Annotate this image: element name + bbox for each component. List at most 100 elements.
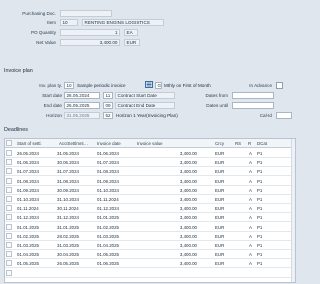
crcy-cell: EUR xyxy=(215,252,225,258)
in-advance-checkbox[interactable] xyxy=(276,82,283,89)
table-row[interactable]: 01.07.2024 31.07.2024 01.08.2024 3,400.00 EU… xyxy=(5,167,295,177)
invoice-date-cell: 01.01.2025 xyxy=(97,215,119,221)
select-all-cell[interactable] xyxy=(6,140,12,146)
table-row[interactable]: 01.02.2025 28.02.2025 01.03.2025 3,400.00 EU… xyxy=(5,232,295,241)
acct-settlmnt-cell: 31.05.2024 xyxy=(57,151,79,156)
horizon-code-field[interactable]: 52 xyxy=(103,112,113,119)
invoice-date-cell: 01.04.2025 xyxy=(97,243,119,248)
row-selector[interactable] xyxy=(6,159,12,166)
invoice-date-cell: 01.10.2024 xyxy=(97,187,119,193)
r-cell: A xyxy=(249,224,252,230)
table-row[interactable]: 01.03.2025 31.03.2025 01.04.2025 3,400.00 EU… xyxy=(5,241,295,250)
invoice-value-cell: 3,400.00 xyxy=(179,252,197,258)
acct-settlmnt-cell: 28.02.2025 xyxy=(57,233,79,239)
row-selector[interactable] xyxy=(6,186,12,193)
column-header-start-settl[interactable]: Start of settl. xyxy=(17,141,42,146)
acct-settlmnt-cell: 31.10.2024 xyxy=(57,197,79,202)
start-settl-cell: 01.03.2025 xyxy=(17,243,39,248)
r-cell: A xyxy=(249,233,252,239)
end-rule-text: Contract End Date xyxy=(115,102,175,109)
r-cell: A xyxy=(249,178,252,184)
column-header-r[interactable]: R xyxy=(248,141,251,146)
column-header-invoice-date[interactable]: Invoice date xyxy=(97,141,121,146)
table-row[interactable]: 26.05.2024 31.05.2024 01.06.2024 3,400.00 EU… xyxy=(5,149,295,158)
crcy-cell: EUR xyxy=(215,169,225,175)
table-row[interactable]: 01.08.2024 31.08.2024 01.09.2024 3,400.00 EU… xyxy=(5,177,295,186)
row-selector[interactable] xyxy=(6,168,12,175)
start-rule-code-field[interactable]: 11 xyxy=(103,92,113,99)
crcy-cell: EUR xyxy=(215,261,225,267)
plan-type-field[interactable]: 10 xyxy=(64,82,74,89)
acct-settlmnt-cell: 31.03.2025 xyxy=(57,243,79,248)
purchasing-doc-label: Purchasing Doc. xyxy=(22,11,56,16)
item-label: Item xyxy=(47,20,56,25)
table-row[interactable]: 01.10.2024 31.10.2024 01.11.2024 3,400.00 EU… xyxy=(5,195,295,204)
table-row[interactable]: 01.05.2025 26.05.2025 01.06.2025 3,400.00 EU… xyxy=(5,259,295,269)
table-scrollbar[interactable] xyxy=(291,139,295,282)
table-row[interactable]: 01.09.2024 30.09.2024 01.10.2024 3,400.00 EU… xyxy=(5,186,295,195)
plan-type-label: Inv. plan ty. xyxy=(39,83,62,88)
row-selector[interactable] xyxy=(6,232,12,239)
row-selector[interactable] xyxy=(6,223,12,230)
list-icon[interactable] xyxy=(145,81,153,88)
row-selector[interactable] xyxy=(6,251,12,258)
row-selector[interactable] xyxy=(6,260,12,267)
rule-code-field[interactable]: G xyxy=(155,82,162,89)
row-selector[interactable] xyxy=(6,269,12,276)
start-settl-cell: 01.10.2024 xyxy=(17,197,39,202)
cal-id-field[interactable] xyxy=(276,112,292,119)
row-selector[interactable] xyxy=(6,214,12,221)
table-row[interactable]: 01.01.2025 31.01.2025 01.02.2025 3,400.00 EU… xyxy=(5,223,295,232)
start-settl-cell: 01.04.2025 xyxy=(17,252,39,258)
horizon-field: 31.05.2025 xyxy=(64,112,100,119)
crcy-cell: EUR xyxy=(215,206,225,212)
column-header-invoice-value[interactable]: Invoice value xyxy=(137,141,163,146)
dates-from-field[interactable] xyxy=(232,92,274,99)
table-row[interactable]: 01.12.2024 31.12.2024 01.01.2025 3,400.00 EU… xyxy=(5,213,295,223)
end-date-field[interactable]: 26.05.2025 xyxy=(64,102,100,109)
row-selector[interactable] xyxy=(6,196,12,202)
item-text-field: RENTING ENGINS LOGISTICS xyxy=(82,19,164,26)
invoice-value-cell: 3,400.00 xyxy=(179,151,197,156)
invoice-value-cell: 3,400.00 xyxy=(179,169,197,175)
cal-id-label: Cal-Id xyxy=(259,113,272,118)
horizon-label: Horizon xyxy=(46,113,62,118)
column-header-acct-settlmnt[interactable]: AcctSettlmnt… xyxy=(59,141,88,146)
table-row[interactable]: 01.11.2024 30.11.2024 01.12.2024 3,400.00 EU… xyxy=(5,204,295,214)
invoice-date-cell: 01.02.2025 xyxy=(97,224,119,230)
column-header-dcat[interactable]: DCat xyxy=(257,141,267,146)
row-selector[interactable] xyxy=(6,150,12,156)
acct-settlmnt-cell: 26.05.2025 xyxy=(57,261,79,267)
dcat-cell: P1 xyxy=(257,215,263,221)
net-value-field: 3,400.00 xyxy=(60,39,120,46)
dcat-cell: P1 xyxy=(257,243,263,248)
start-settl-cell: 01.08.2024 xyxy=(17,178,39,184)
column-header-rs[interactable]: RS xyxy=(235,141,241,146)
acct-settlmnt-cell: 31.12.2024 xyxy=(57,215,79,221)
table-row[interactable]: 01.04.2025 30.04.2025 01.05.2025 3,400.00 EU… xyxy=(5,250,295,260)
r-cell: A xyxy=(249,215,252,221)
invoice-date-cell: 01.12.2024 xyxy=(97,206,119,212)
invoice-value-cell: 3,400.00 xyxy=(179,243,197,248)
row-selector[interactable] xyxy=(6,242,12,248)
table-row[interactable]: 01.06.2024 30.06.2024 01.07.2024 3,400.00 EU… xyxy=(5,158,295,168)
in-advance-label: In Advance xyxy=(249,83,272,88)
start-settl-cell: 01.07.2024 xyxy=(17,169,39,175)
table-row[interactable] xyxy=(5,269,295,278)
invoice-value-cell: 3,400.00 xyxy=(179,224,197,230)
start-date-field[interactable]: 26.05.2024 xyxy=(64,92,100,99)
column-header-crcy[interactable]: Crcy xyxy=(215,141,224,146)
invoice-date-cell: 01.11.2024 xyxy=(97,197,119,202)
dcat-cell: P1 xyxy=(257,224,263,230)
row-selector[interactable] xyxy=(6,205,12,212)
r-cell: A xyxy=(249,187,252,193)
r-cell: A xyxy=(249,197,252,202)
row-selector[interactable] xyxy=(6,177,12,184)
start-settl-cell: 01.09.2024 xyxy=(17,187,39,193)
end-rule-code-field[interactable]: 09 xyxy=(103,102,113,109)
r-cell: A xyxy=(249,206,252,212)
dcat-cell: P1 xyxy=(257,187,263,193)
start-date-label: Start date xyxy=(42,93,62,98)
r-cell: A xyxy=(249,243,252,248)
dates-until-field[interactable] xyxy=(232,102,274,109)
